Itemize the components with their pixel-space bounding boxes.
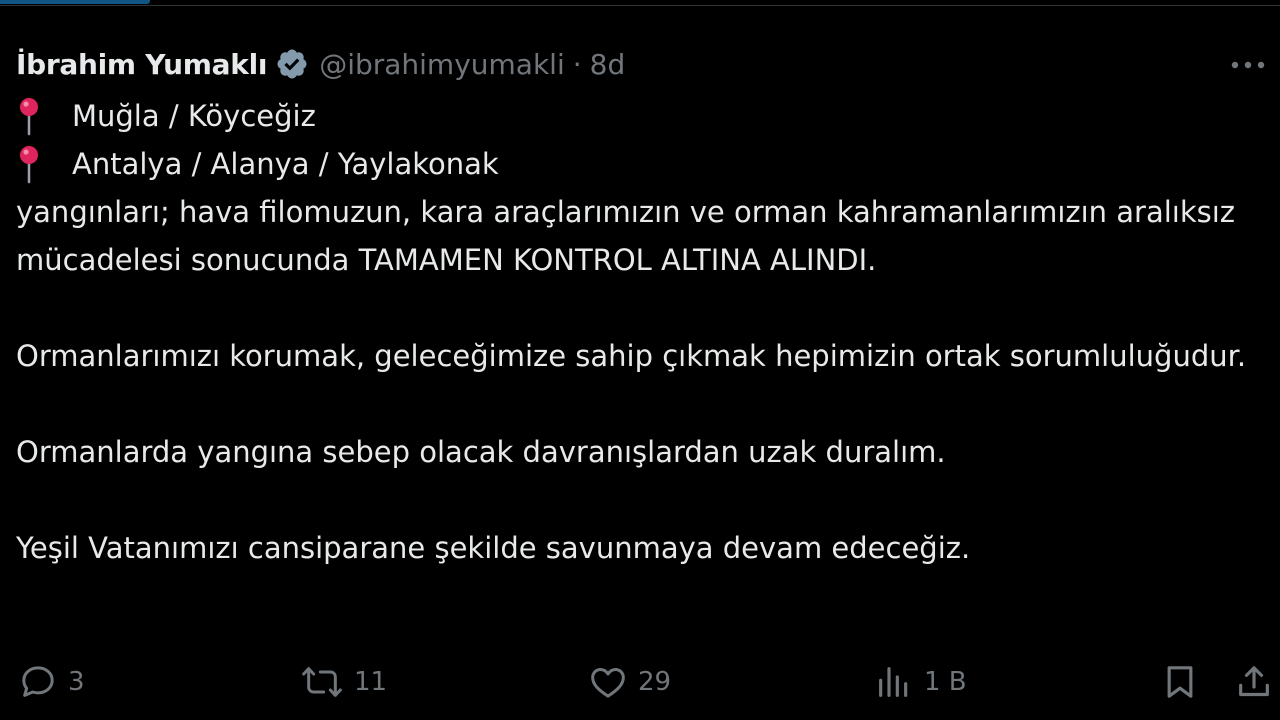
verified-badge-icon[interactable] <box>275 47 309 81</box>
tweet-header: İbrahim Yumaklı @ibrahimyumakli · 8d <box>16 44 625 84</box>
like-count: 29 <box>638 667 672 697</box>
more-options-icon[interactable] <box>1228 50 1268 80</box>
location-text: Antalya / Alanya / Yaylakonak <box>72 147 499 181</box>
paragraph: Ormanlarımızı korumak, geleceğimize sahi… <box>16 339 1247 373</box>
share-icon <box>1239 666 1269 697</box>
like-button[interactable]: 29 <box>588 660 671 704</box>
paragraph: yangınları; hava filomuzun, kara araçlar… <box>16 195 1236 277</box>
location-line: Muğla / Köyceğiz <box>16 92 1266 140</box>
paragraph: Yeşil Vatanımızı cansiparane şekilde sav… <box>16 531 971 565</box>
repost-count: 11 <box>354 667 388 697</box>
analytics-icon <box>879 667 908 697</box>
paragraph: Ormanlarda yangına sebep olacak davranış… <box>16 435 946 469</box>
bookmark-icon <box>1167 666 1193 698</box>
post-time[interactable]: 8d <box>590 48 626 81</box>
heart-icon <box>591 668 625 698</box>
reply-button[interactable]: 3 <box>18 660 85 704</box>
pin-icon <box>16 96 42 136</box>
author-name[interactable]: İbrahim Yumaklı <box>16 48 267 81</box>
share-button[interactable] <box>1234 660 1274 704</box>
location-text: Muğla / Köyceğiz <box>72 99 316 133</box>
repost-icon <box>302 667 342 697</box>
tweet-text: Muğla / Köyceğiz Antalya / Alanya / Yayl… <box>16 92 1266 572</box>
pin-icon <box>16 144 42 184</box>
location-line: Antalya / Alanya / Yaylakonak <box>16 140 1266 188</box>
reply-icon <box>22 666 54 697</box>
tweet[interactable]: İbrahim Yumaklı @ibrahimyumakli · 8d Muğ… <box>0 6 1280 720</box>
action-bar: 3 11 29 1 B <box>0 660 1280 704</box>
views-button[interactable]: 1 B <box>874 660 967 704</box>
separator-dot: · <box>572 47 582 81</box>
view-count: 1 B <box>924 667 967 697</box>
repost-button[interactable]: 11 <box>300 660 387 704</box>
bookmark-button[interactable] <box>1160 660 1200 704</box>
author-handle[interactable]: @ibrahimyumakli <box>319 48 565 81</box>
reply-count: 3 <box>68 667 85 697</box>
top-accent-bar <box>0 0 150 4</box>
